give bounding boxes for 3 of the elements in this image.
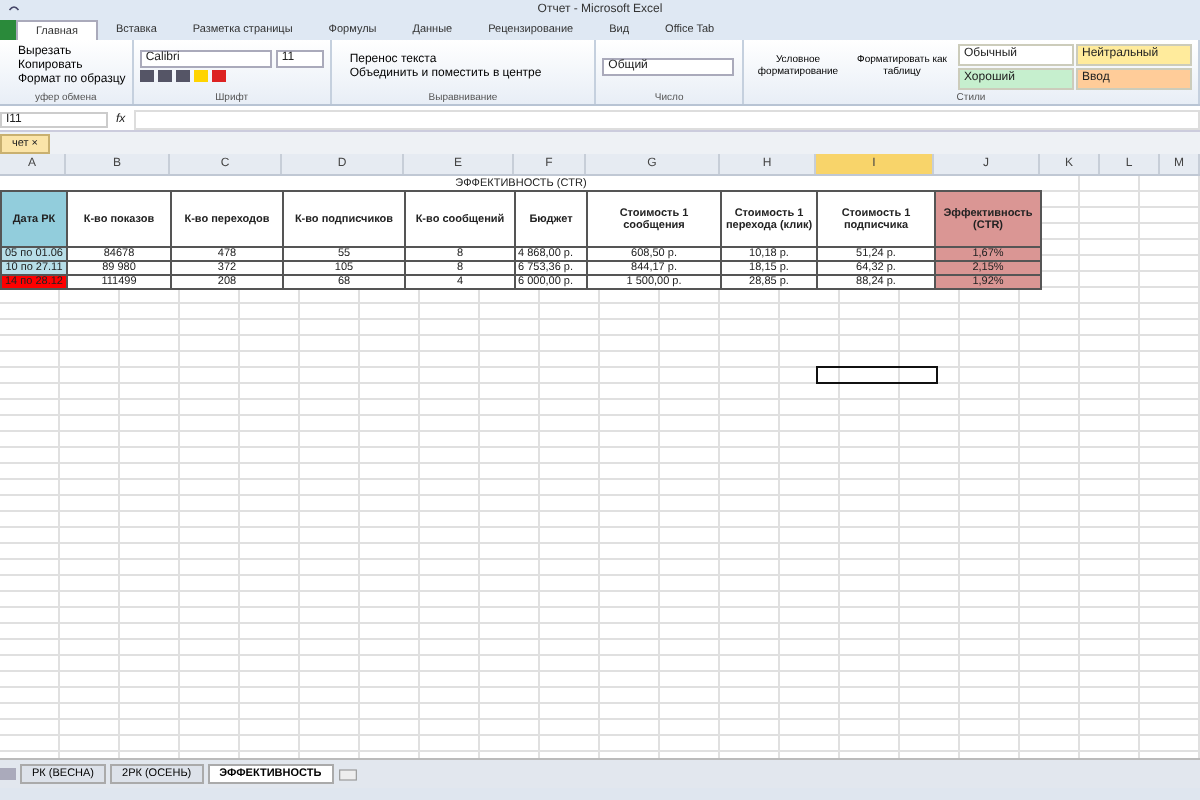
formula-input[interactable]	[133, 110, 1200, 130]
undo-icon[interactable]	[6, 4, 22, 16]
selected-cell[interactable]	[816, 366, 938, 384]
